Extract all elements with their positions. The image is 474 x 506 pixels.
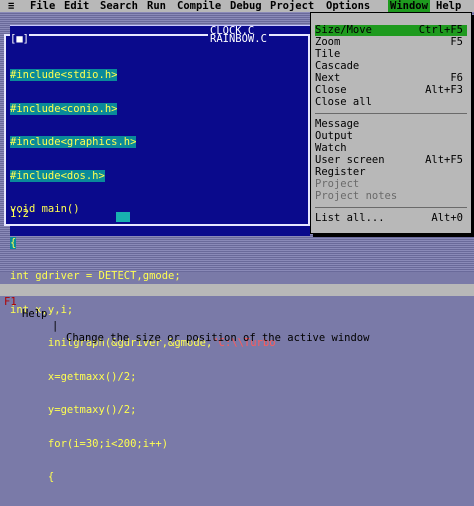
menu-divider [315,207,467,208]
help-label[interactable]: Help [22,308,47,320]
code-line: int x,y,i; [10,303,74,316]
menu-item-message[interactable]: Message [315,119,467,130]
menu-item-project-notes: Project notes [315,190,398,202]
resize-handle-icon[interactable] [116,212,130,222]
menu-window[interactable]: Window [388,0,430,12]
menu-item-close[interactable]: Close Alt+F3 [315,85,467,96]
code-line: #include<graphics.h> [10,136,137,148]
system-menu-icon[interactable]: ≡ [8,0,14,12]
menu-item-watch[interactable]: Watch [315,143,467,154]
code-line: #include<conio.h> [10,102,118,115]
status-separator: | [52,320,59,332]
code-line: #include<stdio.h> [10,69,118,81]
menu-item-output[interactable]: Output [315,131,467,142]
menu-compile[interactable]: Compile [177,0,221,12]
code-line: #include<dos.h> [10,169,105,182]
menu-item-user-screen[interactable]: User screen Alt+F5 [315,155,467,166]
menu-item-close-all[interactable]: Close all [315,97,467,108]
menu-search[interactable]: Search [100,0,138,12]
menu-help[interactable]: Help [436,0,461,12]
code-line: for(i=30;i<200;i++) [10,437,169,450]
menu-divider [315,113,467,114]
menu-run[interactable]: Run [147,0,166,12]
code-line: { [10,471,55,483]
code-editor[interactable]: #include<stdio.h> #include<conio.h> #inc… [10,48,308,506]
menu-item-next[interactable]: Next F6 [315,73,467,84]
menu-bar: ≡ File Edit Search Run Compile Debug Pro… [0,0,474,12]
menu-debug[interactable]: Debug [230,0,262,12]
menu-project[interactable]: Project [270,0,314,12]
help-key[interactable]: F1 [4,296,17,308]
menu-item-register[interactable]: Register [315,167,467,178]
menu-options[interactable]: Options [326,0,370,12]
status-bar: F1 Help | Change the size or position of… [0,284,474,344]
status-message: Change the size or position of the activ… [66,332,370,344]
menu-item-cascade[interactable]: Cascade [315,61,467,72]
code-line: int gdriver = DETECT,gmode; [10,270,181,282]
code-line: { [10,236,17,249]
menu-edit[interactable]: Edit [64,0,89,12]
code-line: y=getmaxy()/2; [10,404,137,416]
window-title: RAINBOW.C [208,33,269,45]
close-icon[interactable]: [■] [10,34,29,45]
menu-item-zoom[interactable]: Zoom F5 [315,37,467,48]
code-line: x=getmaxx()/2; [10,370,137,383]
menu-item-size-move[interactable]: Size/Move Ctrl+F5 [315,25,467,36]
menu-item-tile[interactable]: Tile [315,49,467,60]
editor-window-rainbow[interactable]: [■] RAINBOW.C #include<stdio.h> #include… [4,33,310,483]
window-menu-dropdown: Size/Move Ctrl+F5 Zoom F5 Tile Cascade Nex… [310,12,472,234]
menu-file[interactable]: File [30,0,55,12]
code-line: void main() [10,203,80,215]
menu-item-list-all[interactable]: List all... Alt+0 [315,213,467,224]
menu-item-project: Project [315,178,360,190]
cursor-position: 1:2 [10,208,29,220]
